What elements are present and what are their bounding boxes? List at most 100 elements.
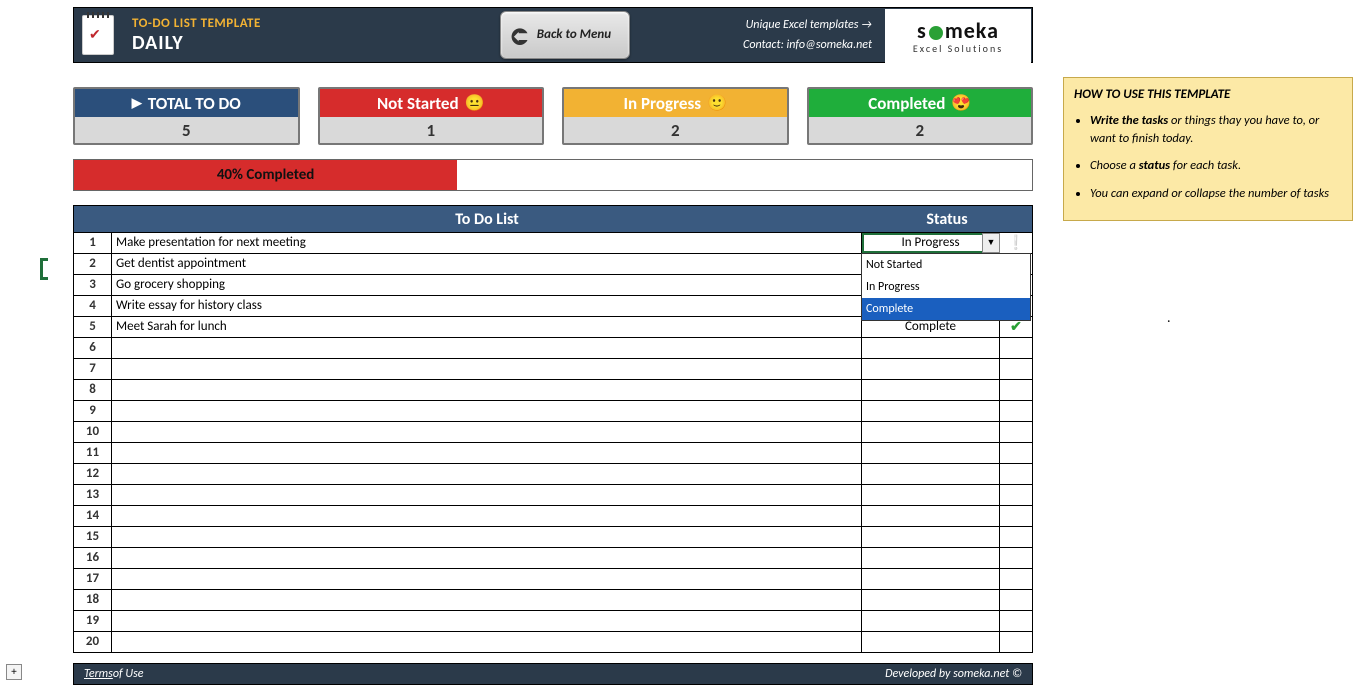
task-cell[interactable]	[112, 443, 862, 463]
table-row[interactable]: 19	[74, 610, 1032, 631]
stray-dot: .	[1167, 309, 1171, 326]
card-in-progress-value: 2	[564, 117, 787, 143]
card-total-label: TOTAL TO DO	[148, 93, 241, 114]
task-cell[interactable]	[112, 380, 862, 400]
task-cell[interactable]: Get dentist appointment	[112, 254, 862, 274]
table-row[interactable]: 10	[74, 421, 1032, 442]
task-cell[interactable]: Write essay for history class	[112, 296, 862, 316]
card-total: ▶ TOTAL TO DO 5	[73, 87, 300, 145]
table-row[interactable]: 13	[74, 484, 1032, 505]
empty-status-icon	[1000, 569, 1032, 589]
status-cell[interactable]	[862, 485, 1000, 505]
empty-status-icon	[1000, 632, 1032, 652]
task-cell[interactable]	[112, 611, 862, 631]
status-cell[interactable]	[862, 611, 1000, 631]
empty-status-icon	[1000, 506, 1032, 526]
task-cell[interactable]	[112, 527, 862, 547]
status-dropdown-list[interactable]: Not StartedIn ProgressComplete	[861, 253, 1031, 321]
row-number: 12	[74, 464, 112, 484]
task-cell[interactable]	[112, 422, 862, 442]
dropdown-option[interactable]: In Progress	[862, 276, 1030, 298]
summary-cards: ▶TOTAL TO DO 5 Not Started😐 1 In Progres…	[73, 87, 1033, 145]
status-cell[interactable]	[862, 443, 1000, 463]
empty-status-icon	[1000, 485, 1032, 505]
table-row[interactable]: 6	[74, 337, 1032, 358]
empty-status-icon	[1000, 401, 1032, 421]
todo-table: To Do List Status 1Make presentation for…	[73, 205, 1033, 653]
dropdown-option[interactable]: Complete	[862, 298, 1030, 320]
status-cell[interactable]	[862, 401, 1000, 421]
status-cell[interactable]	[862, 632, 1000, 652]
terms-link[interactable]: Terms	[84, 667, 113, 681]
card-not-started: Not Started 😐 1	[318, 87, 545, 145]
status-dropdown-button[interactable]: ▼	[982, 233, 1000, 253]
status-cell[interactable]	[862, 422, 1000, 442]
empty-status-icon	[1000, 611, 1032, 631]
status-cell[interactable]	[862, 380, 1000, 400]
row-number: 9	[74, 401, 112, 421]
row-number: 15	[74, 527, 112, 547]
empty-status-icon	[1000, 338, 1032, 358]
status-cell[interactable]	[862, 527, 1000, 547]
someka-logo[interactable]: smeka Excel Solutions	[885, 9, 1031, 63]
table-row[interactable]: 14	[74, 505, 1032, 526]
task-cell[interactable]	[112, 359, 862, 379]
neutral-face-icon: 😐	[465, 93, 485, 113]
row-number: 8	[74, 380, 112, 400]
row-number: 2	[74, 254, 112, 274]
of-use-text: of Use	[113, 667, 144, 681]
progress-bar: 40% Completed	[73, 159, 1033, 191]
sticky-item: You can expand or collapse the number of…	[1090, 185, 1342, 203]
table-row[interactable]: 7	[74, 358, 1032, 379]
card-not-started-label: Not Started	[377, 93, 459, 114]
task-cell[interactable]	[112, 506, 862, 526]
task-cell[interactable]	[112, 590, 862, 610]
table-row[interactable]: 1Make presentation for next meetingIn Pr…	[74, 232, 1032, 253]
status-cell[interactable]	[862, 506, 1000, 526]
row-number: 18	[74, 590, 112, 610]
table-row[interactable]: 18	[74, 589, 1032, 610]
template-title: TO-DO LIST TEMPLATE	[132, 16, 743, 31]
outline-expand-button[interactable]: +	[6, 664, 22, 680]
back-to-menu-button[interactable]: ➲ Back to Menu	[500, 11, 630, 59]
task-cell[interactable]	[112, 569, 862, 589]
help-sticky-note: HOW TO USE THIS TEMPLATE Write the tasks…	[1063, 77, 1353, 221]
card-total-value: 5	[75, 117, 298, 143]
row-number: 13	[74, 485, 112, 505]
table-row[interactable]: 9	[74, 400, 1032, 421]
task-cell[interactable]	[112, 401, 862, 421]
task-cell[interactable]	[112, 338, 862, 358]
card-not-started-value: 1	[320, 117, 543, 143]
empty-status-icon	[1000, 527, 1032, 547]
unique-templates-link[interactable]: Unique Excel templates	[746, 18, 872, 32]
task-cell[interactable]: Go grocery shopping	[112, 275, 862, 295]
table-row[interactable]: 8	[74, 379, 1032, 400]
task-cell[interactable]	[112, 485, 862, 505]
table-row[interactable]: 20	[74, 631, 1032, 652]
status-cell[interactable]: In Progress▼Not StartedIn ProgressComple…	[862, 233, 1000, 253]
empty-status-icon	[1000, 422, 1032, 442]
row-number: 4	[74, 296, 112, 316]
table-row[interactable]: 12	[74, 463, 1032, 484]
row-number: 20	[74, 632, 112, 652]
task-cell[interactable]: Make presentation for next meeting	[112, 233, 862, 253]
task-cell[interactable]: Meet Sarah for lunch	[112, 317, 862, 337]
status-cell[interactable]	[862, 590, 1000, 610]
status-cell[interactable]	[862, 464, 1000, 484]
task-cell[interactable]	[112, 464, 862, 484]
status-cell[interactable]	[862, 548, 1000, 568]
row-number: 16	[74, 548, 112, 568]
table-row[interactable]: 15	[74, 526, 1032, 547]
task-cell[interactable]	[112, 548, 862, 568]
play-icon: ▶	[132, 96, 142, 111]
table-row[interactable]: 17	[74, 568, 1032, 589]
table-row[interactable]: 16	[74, 547, 1032, 568]
dropdown-option[interactable]: Not Started	[862, 254, 1030, 276]
status-cell[interactable]	[862, 338, 1000, 358]
smile-face-icon: 🙂	[707, 93, 727, 113]
status-cell[interactable]	[862, 569, 1000, 589]
row-number: 3	[74, 275, 112, 295]
table-row[interactable]: 11	[74, 442, 1032, 463]
task-cell[interactable]	[112, 632, 862, 652]
status-cell[interactable]	[862, 359, 1000, 379]
